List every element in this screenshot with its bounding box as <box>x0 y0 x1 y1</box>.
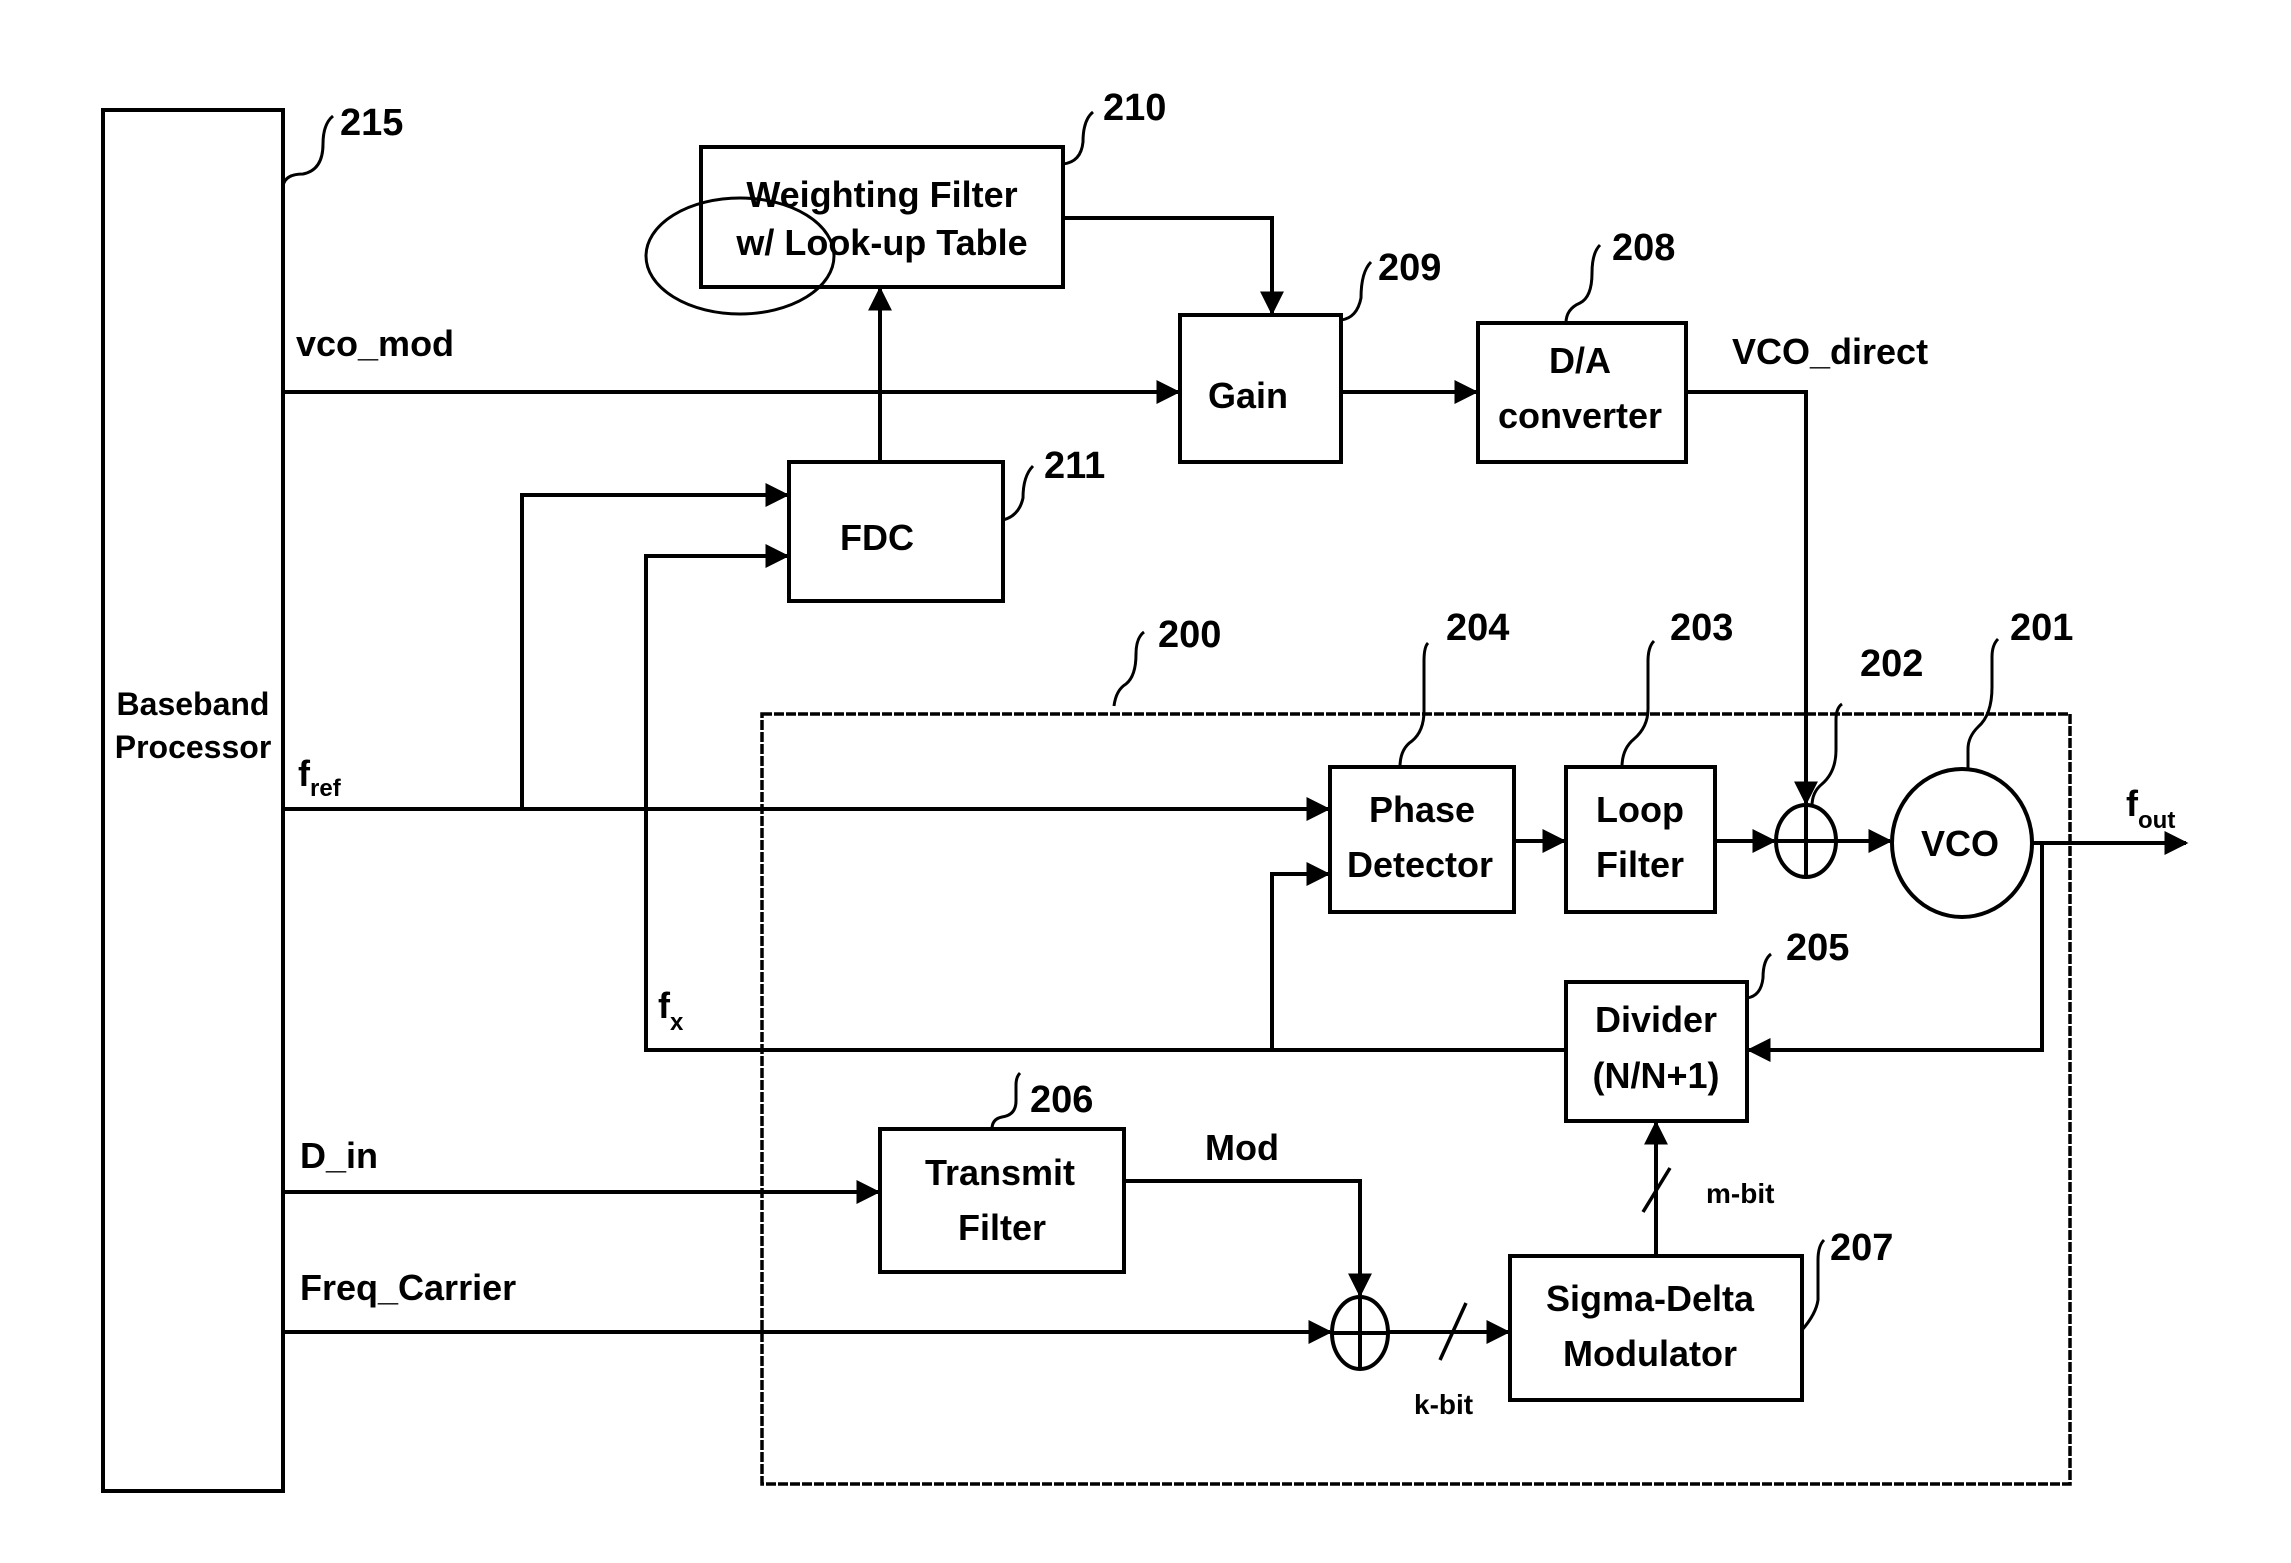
ref-210-leader <box>1062 110 1095 166</box>
wire-vco-direct <box>1686 390 1818 806</box>
vco-block: VCO <box>1890 767 2034 919</box>
transmit-filter-label-line1: Transmit <box>925 1152 1075 1193</box>
signal-fout: fout <box>2126 783 2175 834</box>
phase-detector-label-line1: Phase <box>1369 789 1475 830</box>
weighting-filter-block: Weighting Filter w/ Look-up Table <box>699 145 1065 289</box>
wire-wf-to-gain <box>1063 216 1284 316</box>
wire-fref-to-fdc <box>520 483 790 809</box>
dac-block: D/A converter <box>1476 321 1688 464</box>
wire-fx-to-pd <box>1270 862 1331 1050</box>
ref-211-leader <box>1002 464 1035 522</box>
ref-207: 207 <box>1830 1227 1893 1269</box>
ref-205-leader <box>1746 952 1772 1000</box>
ref-205: 205 <box>1786 927 1849 969</box>
ref-203: 203 <box>1670 607 1733 649</box>
gain-block: Gain <box>1178 313 1343 464</box>
signal-fout-sub: out <box>2138 807 2175 834</box>
fdc-label: FDC <box>840 517 914 558</box>
ref-201: 201 <box>2010 607 2073 649</box>
signal-din: D_in <box>300 1135 378 1176</box>
signal-fx: fx <box>658 985 684 1036</box>
ref-208: 208 <box>1612 227 1675 269</box>
ref-203-leader <box>1620 639 1656 768</box>
divider-block: Divider (N/N+1) <box>1564 980 1749 1123</box>
ref-202: 202 <box>1860 643 1923 685</box>
ref-200: 200 <box>1158 614 1221 656</box>
signal-fref-sub: ref <box>310 775 342 802</box>
signal-mod: Mod <box>1205 1127 1279 1168</box>
modulation-summer <box>1330 1295 1390 1371</box>
baseband-label-line1: Baseband <box>117 686 270 722</box>
ref-201-leader <box>1966 637 2000 769</box>
sigma-delta-label-line2: Modulator <box>1563 1333 1737 1374</box>
ref-210: 210 <box>1103 87 1166 129</box>
ref-215-leader <box>281 114 335 187</box>
signal-vco-mod: vco_mod <box>296 323 454 364</box>
loop-filter-label-line2: Filter <box>1596 844 1684 885</box>
phase-detector-block: Phase Detector <box>1328 765 1516 914</box>
ref-211: 211 <box>1044 445 1105 487</box>
fdc-block: FDC <box>787 460 1005 603</box>
ref-208-leader <box>1564 243 1602 324</box>
ref-202-leader <box>1810 702 1843 807</box>
ref-209-leader <box>1340 260 1373 322</box>
ref-206: 206 <box>1030 1079 1093 1121</box>
ref-204: 204 <box>1446 607 1509 649</box>
divider-label-line1: Divider <box>1595 999 1717 1040</box>
sigma-delta-block: Sigma-Delta Modulator <box>1508 1254 1804 1402</box>
transmit-filter-label-line2: Filter <box>958 1207 1046 1248</box>
signal-vco-direct: VCO_direct <box>1732 331 1928 372</box>
weighting-filter-label-line1: Weighting Filter <box>746 174 1017 215</box>
loop-filter-label-line1: Loop <box>1596 789 1684 830</box>
baseband-label-line2: Processor <box>115 729 272 765</box>
gain-label: Gain <box>1208 375 1288 416</box>
signal-fref: fref <box>298 753 342 802</box>
baseband-processor-block: Baseband Processor <box>101 108 285 1493</box>
dac-label-line1: D/A <box>1549 340 1611 381</box>
signal-m-bit: m-bit <box>1706 1178 1774 1209</box>
ref-204-leader <box>1398 641 1430 768</box>
ref-209: 209 <box>1378 247 1441 289</box>
signal-freq-carrier: Freq_Carrier <box>300 1267 516 1308</box>
signal-fx-sub: x <box>670 1009 684 1036</box>
vco-label: VCO <box>1921 823 1999 864</box>
weighting-filter-label-line2: w/ Look-up Table <box>735 222 1027 263</box>
divider-label-line2: (N/N+1) <box>1592 1055 1719 1096</box>
ref-200-leader <box>1112 630 1145 707</box>
transmit-filter-block: Transmit Filter <box>878 1127 1126 1274</box>
phase-detector-label-line2: Detector <box>1347 844 1493 885</box>
vco-summer <box>1774 803 1838 879</box>
wire-mod <box>1124 1179 1372 1298</box>
sigma-delta-label-line1: Sigma-Delta <box>1546 1278 1755 1319</box>
signal-k-bit: k-bit <box>1414 1389 1473 1420</box>
dac-label-line2: converter <box>1498 395 1662 436</box>
loop-filter-block: Loop Filter <box>1564 765 1717 914</box>
ref-215: 215 <box>340 102 403 144</box>
ref-207-leader <box>1800 1238 1826 1331</box>
block-diagram: Baseband Processor 215 Weighting Filter … <box>101 87 2189 1493</box>
ref-206-leader <box>990 1071 1022 1130</box>
